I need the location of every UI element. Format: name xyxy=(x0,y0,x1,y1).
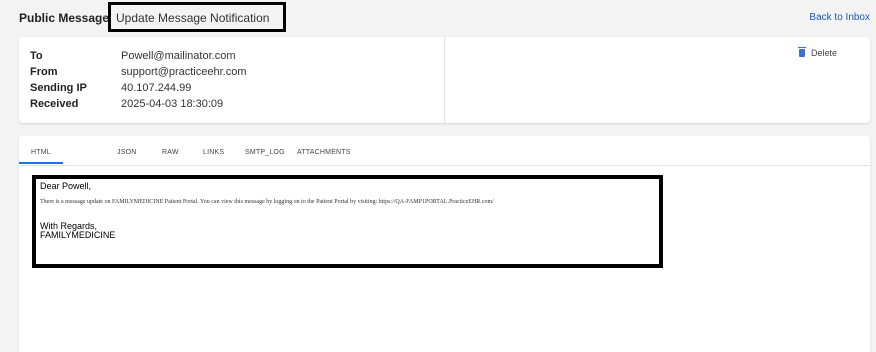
breadcrumb-root[interactable]: Public Message xyxy=(19,11,109,25)
meta-value: 2025-04-03 18:30:09 xyxy=(121,98,224,110)
trash-icon xyxy=(798,47,806,57)
active-tab-indicator xyxy=(19,162,63,164)
message-body-card: HTML JSON RAW LINKS SMTP_LOG ATTACHMENTS… xyxy=(19,136,870,352)
meta-value: 40.107.244.99 xyxy=(121,82,192,94)
tab-smtp-log[interactable]: SMTP_LOG xyxy=(245,149,285,156)
message-meta-card: To Powell@mailinator.com From support@pr… xyxy=(19,37,870,123)
tab-attachments[interactable]: ATTACHMENTS xyxy=(297,149,351,156)
delete-label: Delete xyxy=(811,48,838,58)
message-greeting: Dear Powell, xyxy=(40,181,92,191)
message-body-text: There is a message update on FAMILYMEDIC… xyxy=(40,199,494,205)
meta-value: support@practiceehr.com xyxy=(121,66,247,78)
meta-label: Received xyxy=(30,98,79,110)
delete-button[interactable]: Delete xyxy=(798,47,838,58)
meta-value: Powell@mailinator.com xyxy=(121,50,236,62)
meta-label: From xyxy=(30,66,58,78)
top-bar: Public Message › Update Message Notifica… xyxy=(0,0,876,36)
tab-links[interactable]: LINKS xyxy=(203,149,224,156)
back-to-inbox-link[interactable]: Back to Inbox xyxy=(809,12,870,23)
tab-html[interactable]: HTML xyxy=(31,149,51,156)
message-content-box: Dear Powell, There is a message update o… xyxy=(32,175,663,268)
meta-label: Sending IP xyxy=(30,82,87,94)
message-subject: Update Message Notification xyxy=(116,11,270,25)
tab-raw[interactable]: RAW xyxy=(162,149,179,156)
breadcrumb-separator: › xyxy=(103,12,107,24)
message-signature: FAMILYMEDICINE xyxy=(40,230,116,240)
view-tabs: HTML JSON RAW LINKS SMTP_LOG ATTACHMENTS xyxy=(19,136,870,166)
tab-json[interactable]: JSON xyxy=(117,149,136,156)
meta-divider xyxy=(444,37,445,123)
meta-label: To xyxy=(30,50,43,62)
